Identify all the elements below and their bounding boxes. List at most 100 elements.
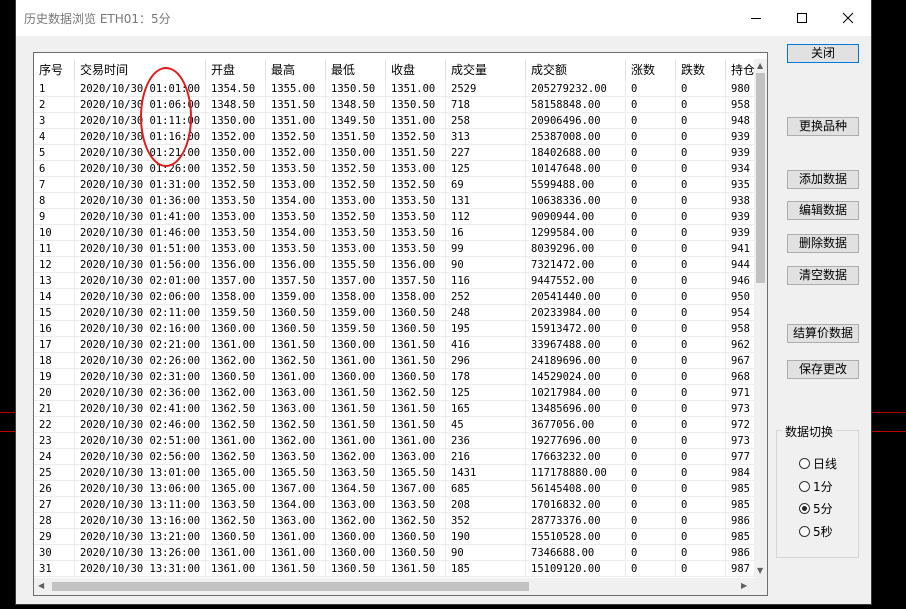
table-cell: 26 [34,481,75,497]
table-row[interactable]: 20 2020/10/30 02:36:00 1362.00 1363.00 1361.… [34,385,754,401]
table-row[interactable]: 8 2020/10/30 01:36:00 1353.50 1354.00 1353.0… [34,193,754,209]
grid-body[interactable]: 1 2020/10/30 01:01:00 1354.50 1355.00 1350.5… [34,81,754,578]
table-row[interactable]: 18 2020/10/30 02:26:00 1362.00 1362.50 1361.… [34,353,754,369]
table-cell: 1353.00 [326,241,386,257]
data-switch-title: 数据切换 [782,423,837,440]
radio-1min[interactable]: 1分 [799,478,833,494]
table-row[interactable]: 22 2020/10/30 02:46:00 1362.50 1362.50 1361.… [34,417,754,433]
table-cell: 2020/10/30 01:16:00 [75,129,206,145]
table-row[interactable]: 31 2020/10/30 13:31:00 1361.00 1361.50 1360.… [34,561,754,577]
change-product-button[interactable]: 更换品种 [787,117,859,136]
radio-daily[interactable]: 日线 [799,455,837,471]
data-grid[interactable]: 序号 交易时间 开盘 最高 最低 收盘 成交量 成交额 涨数 跌数 持仓 1 2020/10/30 0… [33,52,768,596]
table-cell: 0 [626,113,676,129]
table-row[interactable]: 11 2020/10/30 01:51:00 1353.00 1353.50 1353.… [34,241,754,257]
scroll-down-icon[interactable]: ▼ [757,567,763,575]
maximize-button[interactable] [779,0,825,36]
table-cell: 0 [676,529,726,545]
scroll-up-icon[interactable]: ▲ [757,62,763,70]
table-row[interactable]: 12 2020/10/30 01:56:00 1356.00 1356.00 1355.… [34,257,754,273]
radio-label: 5分 [813,501,833,516]
table-row[interactable]: 13 2020/10/30 02:01:00 1357.00 1357.50 1357.… [34,273,754,289]
table-cell: 0 [676,417,726,433]
table-cell: 977 [726,449,754,465]
table-row[interactable]: 4 2020/10/30 01:16:00 1352.00 1352.50 1351.5… [34,129,754,145]
table-cell: 0 [626,177,676,193]
vertical-scroll-thumb[interactable] [756,73,765,283]
column-header[interactable]: 成交额 [526,59,626,81]
table-cell: 13485696.00 [526,401,626,417]
radio-5sec[interactable]: 5秒 [799,523,833,539]
horizontal-scrollbar[interactable]: ◀ ▶ [34,578,754,595]
table-row[interactable]: 29 2020/10/30 13:21:00 1360.50 1361.00 1360.… [34,529,754,545]
column-header[interactable]: 跌数 [676,59,726,81]
column-header[interactable]: 最低 [326,59,386,81]
table-cell: 236 [446,433,526,449]
table-row[interactable]: 5 2020/10/30 01:21:00 1350.00 1352.00 1350.0… [34,145,754,161]
table-row[interactable]: 16 2020/10/30 02:16:00 1360.00 1360.50 1359.… [34,321,754,337]
table-cell: 972 [726,417,754,433]
table-row[interactable]: 9 2020/10/30 01:41:00 1353.00 1353.50 1352.5… [34,209,754,225]
table-row[interactable]: 15 2020/10/30 02:11:00 1359.50 1360.50 1359.… [34,305,754,321]
table-row[interactable]: 1 2020/10/30 01:01:00 1354.50 1355.00 1350.5… [34,81,754,97]
table-row[interactable]: 2 2020/10/30 01:06:00 1348.50 1351.50 1348.5… [34,97,754,113]
add-data-button[interactable]: 添加数据 [787,170,859,189]
table-row[interactable]: 3 2020/10/30 01:11:00 1350.00 1351.00 1349.5… [34,113,754,129]
table-cell: 25387008.00 [526,129,626,145]
table-row[interactable]: 10 2020/10/30 01:46:00 1353.50 1354.00 1353.… [34,225,754,241]
column-header[interactable]: 成交量 [446,59,526,81]
table-row[interactable]: 25 2020/10/30 13:01:00 1365.00 1365.50 1363.… [34,465,754,481]
table-cell: 1363.00 [386,449,446,465]
column-header[interactable]: 收盘 [386,59,446,81]
table-cell: 967 [726,353,754,369]
table-cell: 17663232.00 [526,449,626,465]
column-header[interactable]: 涨数 [626,59,676,81]
scroll-right-icon[interactable]: ▶ [741,582,747,590]
table-cell: 1360.50 [386,305,446,321]
close-button[interactable]: 关闭 [787,44,859,63]
table-cell: 1361.00 [326,433,386,449]
table-row[interactable]: 14 2020/10/30 02:06:00 1358.00 1359.00 1358.… [34,289,754,305]
table-row[interactable]: 6 2020/10/30 01:26:00 1352.50 1353.50 1352.5… [34,161,754,177]
table-cell: 0 [676,561,726,577]
save-changes-button[interactable]: 保存更改 [787,360,859,379]
table-cell: 227 [446,145,526,161]
table-row[interactable]: 17 2020/10/30 02:21:00 1361.00 1361.50 1360.… [34,337,754,353]
edit-data-button[interactable]: 编辑数据 [787,201,859,220]
table-row[interactable]: 7 2020/10/30 01:31:00 1352.50 1353.00 1352.5… [34,177,754,193]
table-cell: 1362.00 [326,449,386,465]
delete-data-button[interactable]: 删除数据 [787,234,859,253]
column-header[interactable]: 开盘 [206,59,266,81]
table-cell: 0 [676,465,726,481]
table-row[interactable]: 30 2020/10/30 13:26:00 1361.00 1361.00 1360.… [34,545,754,561]
column-header[interactable]: 交易时间 [75,59,206,81]
table-cell: 958 [726,321,754,337]
table-cell: 1361.00 [266,529,326,545]
table-cell: 2020/10/30 13:21:00 [75,529,206,545]
horizontal-scroll-thumb[interactable] [52,582,529,591]
title-bar[interactable]: 历史数据浏览 ETH01：5分 [16,0,871,36]
table-cell: 6 [34,161,75,177]
table-cell: 946 [726,273,754,289]
table-cell: 1361.00 [386,433,446,449]
scroll-left-icon[interactable]: ◀ [38,582,44,590]
settlement-data-button[interactable]: 结算价数据 [787,324,859,343]
table-row[interactable]: 27 2020/10/30 13:11:00 1363.50 1364.00 1363.… [34,497,754,513]
column-header[interactable]: 序号 [34,59,75,81]
table-cell: 1431 [446,465,526,481]
clear-data-button[interactable]: 清空数据 [787,266,859,285]
table-row[interactable]: 28 2020/10/30 13:16:00 1362.50 1363.00 1362.… [34,513,754,529]
radio-5min[interactable]: 5分 [799,500,833,516]
table-row[interactable]: 26 2020/10/30 13:06:00 1365.00 1367.00 1364.… [34,481,754,497]
table-row[interactable]: 24 2020/10/30 02:56:00 1362.50 1363.50 1362.… [34,449,754,465]
table-cell: 1360.00 [326,337,386,353]
table-cell: 1360.00 [206,321,266,337]
table-row[interactable]: 21 2020/10/30 02:41:00 1362.50 1363.00 1361.… [34,401,754,417]
table-cell: 0 [676,513,726,529]
table-row[interactable]: 19 2020/10/30 02:31:00 1360.50 1361.00 1360.… [34,369,754,385]
close-window-button[interactable] [825,0,871,36]
table-row[interactable]: 23 2020/10/30 02:51:00 1361.00 1362.00 1361.… [34,433,754,449]
column-header[interactable]: 最高 [266,59,326,81]
vertical-scrollbar[interactable]: ▲ ▼ [754,59,767,578]
minimize-button[interactable] [733,0,779,36]
